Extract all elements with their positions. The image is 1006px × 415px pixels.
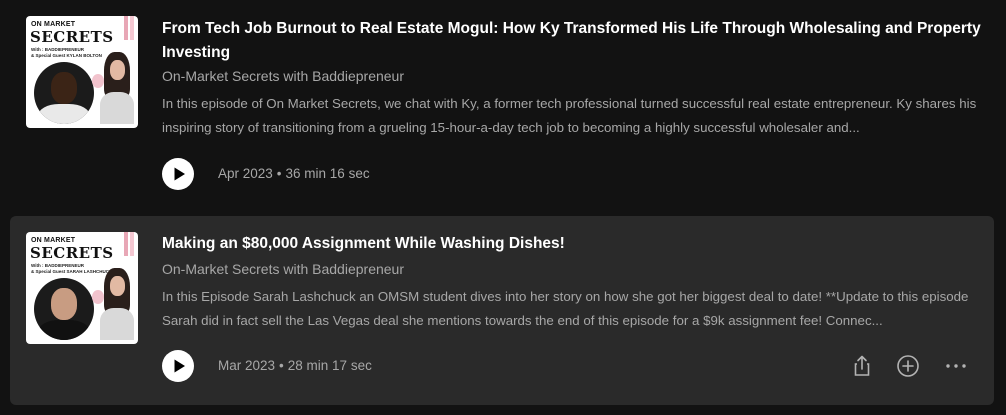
share-button[interactable]	[848, 352, 876, 380]
episode-description: In this episode of On Market Secrets, we…	[162, 96, 977, 135]
cover-top-text: ON MARKET	[31, 21, 76, 28]
host-photo	[92, 268, 136, 340]
episode-meta: Apr 2023 • 36 min 16 sec	[218, 166, 370, 181]
cover-accent	[130, 232, 134, 256]
cover-main-text: SECRETS	[30, 244, 114, 262]
share-icon	[854, 355, 870, 376]
add-circle-icon	[897, 355, 919, 377]
episode-row[interactable]: ON MARKET SECRETS With : BADDIEPRENEUR &…	[10, 0, 994, 204]
episode-cover-image[interactable]: ON MARKET SECRETS With : BADDIEPRENEUR &…	[26, 16, 138, 128]
cover-top-text: ON MARKET	[31, 237, 76, 244]
release-date: Mar 2023	[218, 358, 276, 373]
more-options-icon	[946, 364, 966, 368]
cover-accent	[130, 16, 134, 40]
show-name[interactable]: On-Market Secrets with Baddiepreneur	[162, 261, 404, 277]
episode-meta: Mar 2023 • 28 min 17 sec	[218, 358, 372, 373]
add-to-playlist-button[interactable]	[894, 352, 922, 380]
meta-separator: •	[279, 358, 284, 373]
host-photo	[92, 52, 136, 124]
cover-with-text: With : BADDIEPRENEUR	[31, 263, 84, 268]
guest-photo	[34, 62, 94, 124]
episode-duration: 28 min 17 sec	[287, 358, 372, 373]
episode-actions	[848, 352, 978, 380]
cover-accent	[124, 16, 128, 40]
cover-with-text: With : BADDIEPRENEUR	[31, 47, 84, 52]
play-button[interactable]	[162, 350, 194, 382]
episode-row[interactable]: ON MARKET SECRETS With : BADDIEPRENEUR &…	[10, 216, 994, 405]
episode-duration: 36 min 16 sec	[285, 166, 370, 181]
show-name[interactable]: On-Market Secrets with Baddiepreneur	[162, 68, 404, 84]
guest-photo	[34, 278, 94, 340]
meta-separator: •	[276, 166, 282, 181]
play-button[interactable]	[162, 158, 194, 190]
cover-accent	[124, 232, 128, 256]
episode-title[interactable]: From Tech Job Burnout to Real Estate Mog…	[162, 17, 982, 65]
episode-description: In this Episode Sarah Lashchuck an OMSM …	[162, 289, 969, 328]
play-icon	[174, 359, 185, 373]
episode-title[interactable]: Making an $80,000 Assignment While Washi…	[162, 232, 982, 256]
episode-list: ON MARKET SECRETS With : BADDIEPRENEUR &…	[0, 0, 1006, 415]
release-date: Apr 2023	[218, 166, 273, 181]
play-icon	[174, 167, 185, 181]
more-options-button[interactable]	[942, 352, 970, 380]
cover-main-text: SECRETS	[30, 28, 114, 46]
episode-cover-image[interactable]: ON MARKET SECRETS With : BADDIEPRENEUR &…	[26, 232, 138, 344]
cover-guest-text: & Special Guest KYLAN BOLTON	[31, 53, 102, 58]
